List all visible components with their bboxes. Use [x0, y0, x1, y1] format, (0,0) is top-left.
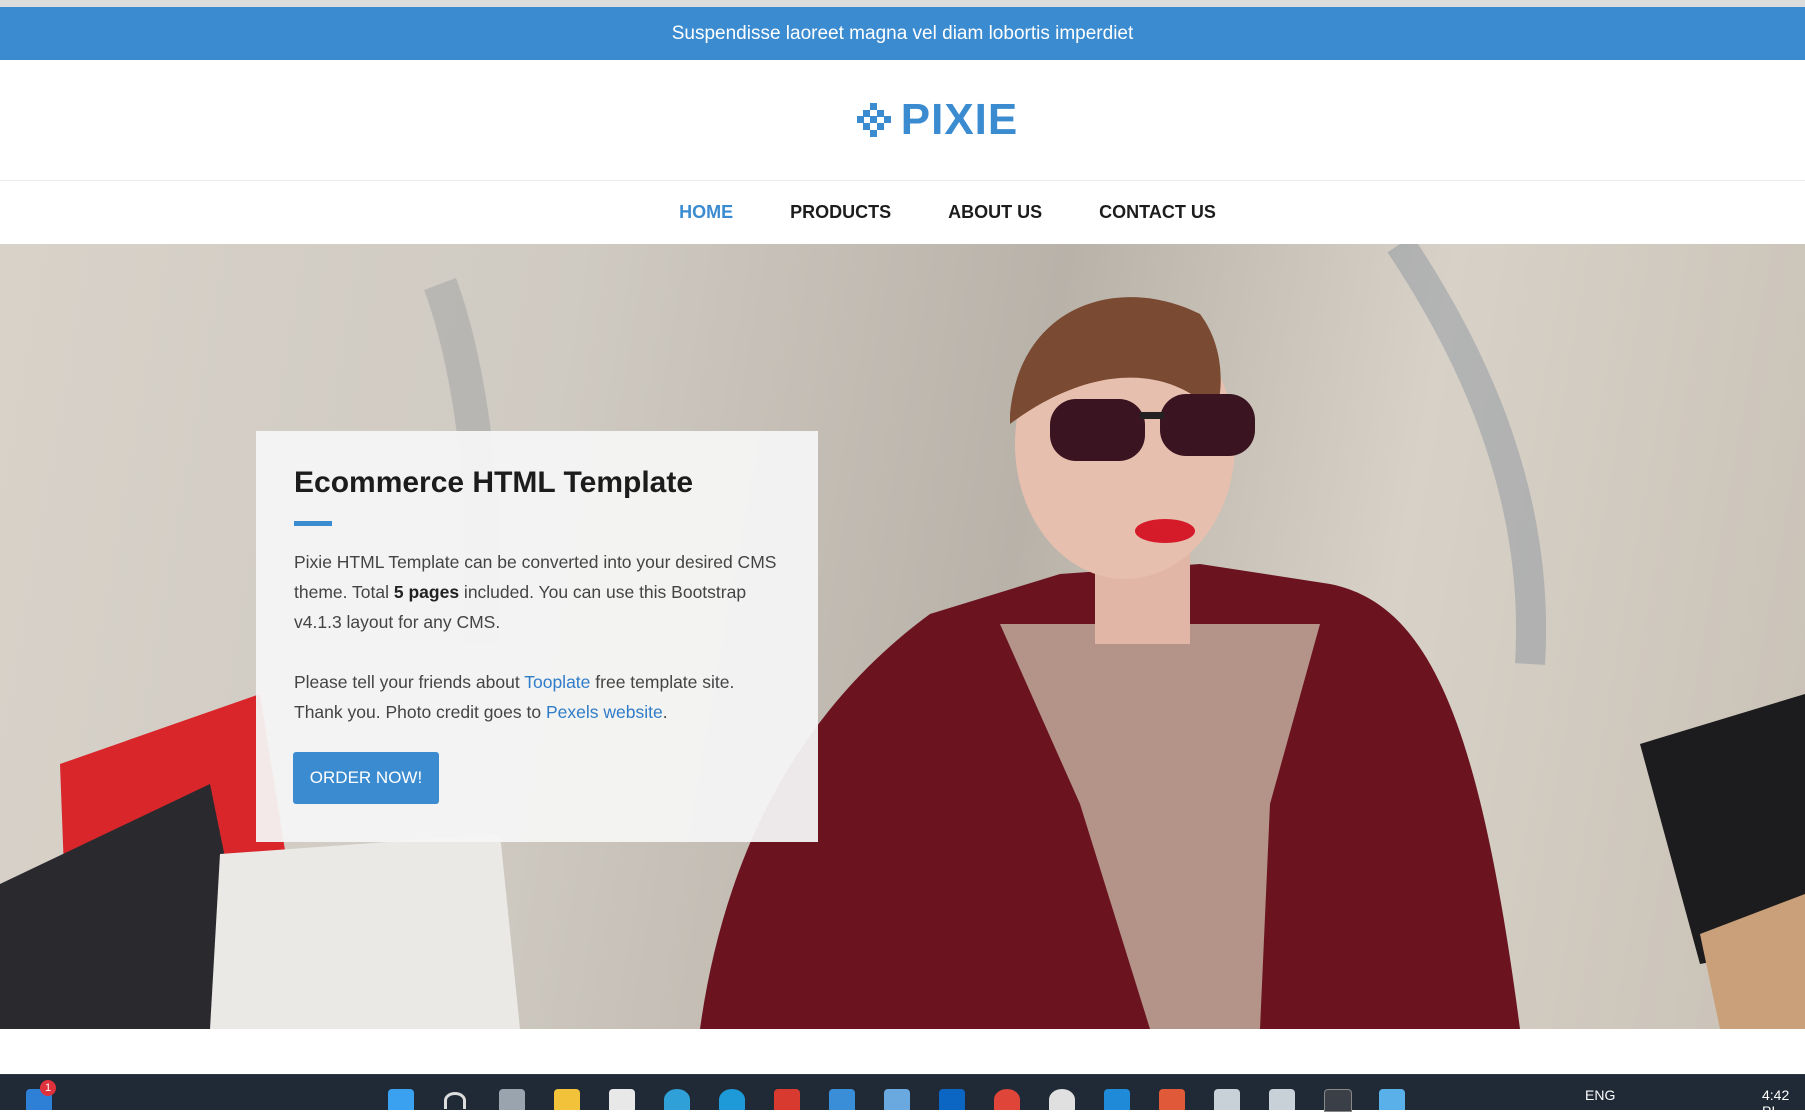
browser-top-strip [0, 0, 1805, 7]
myhq-icon[interactable] [829, 1089, 855, 1110]
hero-title: Ecommerce HTML Template [294, 466, 694, 499]
tooplate-link[interactable]: Tooplate [524, 672, 590, 692]
nav-home[interactable]: HOME [679, 202, 733, 223]
chrome-icon[interactable] [994, 1089, 1020, 1110]
brand-logo[interactable]: PIXIE [856, 95, 1019, 145]
p2-text-c: . [662, 702, 668, 722]
vscode-icon[interactable] [1104, 1089, 1130, 1110]
gmail-icon[interactable] [774, 1089, 800, 1110]
clock[interactable]: 4:42 PI [1762, 1087, 1805, 1119]
box-icon[interactable] [1214, 1089, 1240, 1110]
os-taskbar: 1 ENG 4:42 PI [0, 1074, 1805, 1119]
white-bag-shape [210, 834, 520, 1029]
search-icon[interactable] [444, 1092, 466, 1109]
box2-icon[interactable] [1269, 1089, 1295, 1110]
nav-contact-us[interactable]: CONTACT US [1099, 202, 1216, 223]
hero-paragraph-1: Pixie HTML Template can be converted int… [294, 547, 780, 637]
p1-bold: 5 pages [393, 582, 460, 602]
announcement-text: Suspendisse laoreet magna vel diam lobor… [671, 22, 1134, 44]
linkedin-icon[interactable] [939, 1089, 965, 1110]
edge-dev-icon[interactable] [664, 1089, 690, 1110]
pexels-link[interactable]: Pexels website [546, 702, 663, 722]
hero-paragraph-2: Please tell your friends about Tooplate … [294, 667, 780, 727]
nav-products[interactable]: PRODUCTS [790, 202, 891, 223]
edge-icon[interactable] [719, 1089, 745, 1110]
slack-icon[interactable] [1049, 1089, 1075, 1110]
announcement-bar: Suspendisse laoreet magna vel diam lobor… [0, 7, 1805, 60]
language-indicator[interactable]: ENG [1585, 1087, 1615, 1103]
store-icon[interactable] [609, 1089, 635, 1110]
app-icon[interactable] [884, 1089, 910, 1110]
main-nav: HOME PRODUCTS ABOUT US CONTACT US [0, 181, 1805, 244]
hero-section: Ecommerce HTML Template Pixie HTML Templ… [0, 244, 1805, 1029]
brand-name: PIXIE [900, 95, 1019, 144]
git-icon[interactable] [1159, 1089, 1185, 1110]
site-header: PIXIE [0, 60, 1805, 181]
title-underline [294, 521, 332, 526]
file-explorer-icon[interactable] [554, 1089, 580, 1110]
notification-badge: 1 [40, 1080, 56, 1096]
hero-card: Ecommerce HTML Template Pixie HTML Templ… [256, 431, 818, 842]
p2-text-a: Please tell your friends about [294, 672, 525, 692]
nav-about-us[interactable]: ABOUT US [948, 202, 1042, 223]
order-now-button[interactable]: ORDER NOW! [293, 752, 439, 804]
start-icon[interactable] [388, 1089, 414, 1110]
task-view-icon[interactable] [499, 1089, 525, 1110]
notepad-icon[interactable] [1379, 1089, 1405, 1110]
pixie-logo-icon [856, 103, 891, 137]
